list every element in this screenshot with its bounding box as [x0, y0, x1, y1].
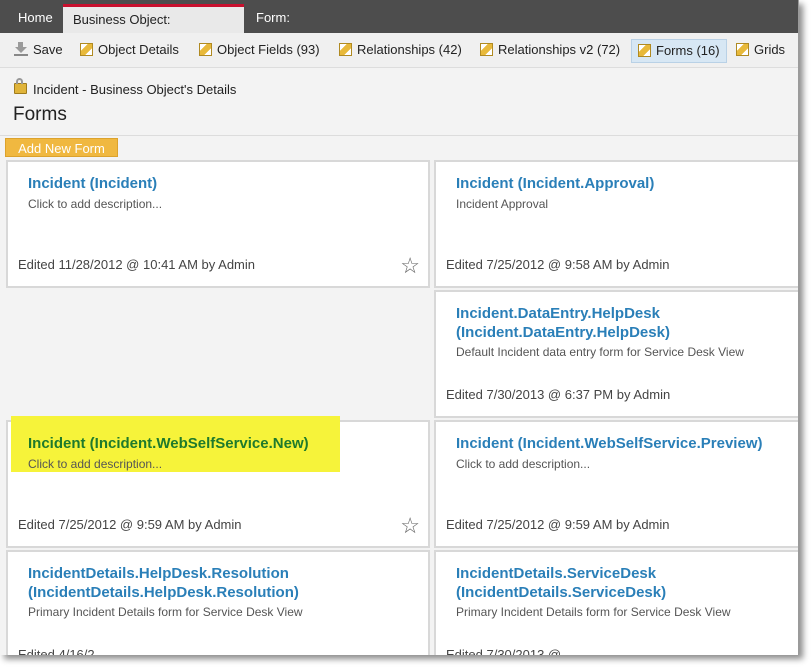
form-card-edited: Edited 4/16/2...	[18, 647, 106, 655]
form-card-edited: Edited 7/25/2012 @ 9:59 AM by Admin	[446, 517, 670, 532]
object-fields-button[interactable]: Object Fields (93)	[193, 39, 326, 63]
form-card-title-line: IncidentDetails.ServiceDesk	[456, 565, 657, 582]
breadcrumb: Incident - Business Object's Details	[14, 78, 237, 97]
grids-label: Grids	[754, 42, 786, 57]
form-card-description[interactable]: Click to add description...	[456, 457, 590, 471]
tab-business-object[interactable]: Business Object: Incident✕	[63, 4, 244, 52]
tab-form[interactable]: Form: Incident.WebSelfService.New✕	[246, 4, 486, 52]
form-card[interactable]: Incident (Incident) Click to add descrip…	[6, 160, 430, 288]
form-card-title[interactable]: Incident (Incident)	[28, 174, 157, 193]
toolbar: Save Object Details Object Fields (93) R…	[0, 33, 798, 68]
form-card-title-line: (IncidentDetails.HelpDesk.Resolution)	[28, 584, 299, 601]
pencil-icon	[480, 43, 493, 56]
form-card-title-line: Incident.DataEntry.HelpDesk	[456, 305, 660, 322]
form-card-description[interactable]: Click to add description...	[28, 457, 162, 471]
form-card[interactable]: Incident (Incident.WebSelfService.New) C…	[6, 416, 430, 548]
lock-icon	[14, 78, 27, 94]
pencil-icon	[638, 44, 651, 57]
relationships-v2-label: Relationships v2 (72)	[498, 42, 621, 57]
form-card-description[interactable]: Primary Incident Details form for Servic…	[28, 605, 303, 619]
relationships-v2-button[interactable]: Relationships v2 (72)	[474, 39, 626, 63]
relationships-button[interactable]: Relationships (42)	[333, 39, 468, 63]
form-card-title-line: (IncidentDetails.ServiceDesk)	[456, 584, 667, 601]
breadcrumb-label: Incident - Business Object's Details	[33, 82, 237, 97]
divider	[0, 135, 798, 136]
forms-label: Forms (16)	[656, 43, 720, 58]
pencil-icon	[339, 43, 352, 56]
grids-button[interactable]: Grids	[730, 39, 791, 63]
pencil-icon	[736, 43, 749, 56]
forms-button[interactable]: Forms (16)	[631, 39, 727, 63]
form-card-edited: Edited 11/28/2012 @ 10:41 AM by Admin	[18, 257, 256, 272]
form-card-title-line: (Incident.DataEntry.HelpDesk)	[456, 324, 670, 341]
add-new-form-button[interactable]: Add New Form	[5, 138, 118, 157]
object-fields-label: Object Fields (93)	[217, 42, 320, 57]
star-icon[interactable]: ☆	[400, 515, 420, 537]
form-card-edited: Edited 7/30/2013 @ ...	[446, 647, 576, 655]
pencil-icon	[199, 43, 212, 56]
form-card-title[interactable]: Incident (Incident.WebSelfService.New)	[28, 434, 309, 453]
form-card-title[interactable]: Incident.DataEntry.HelpDesk (Incident.Da…	[456, 304, 670, 342]
save-icon	[14, 42, 28, 56]
object-details-button[interactable]: Object Details	[74, 39, 185, 63]
pencil-icon	[80, 43, 93, 56]
tab-home[interactable]: Home	[8, 4, 62, 33]
form-card[interactable]: IncidentDetails.ServiceDesk (IncidentDet…	[434, 550, 798, 655]
app-window: Home Business Object: Incident✕ Form: In…	[0, 0, 799, 655]
save-button[interactable]: Save	[8, 39, 69, 63]
form-card-edited: Edited 7/25/2012 @ 9:58 AM by Admin	[446, 257, 670, 272]
object-details-label: Object Details	[98, 42, 179, 57]
form-card-edited: Edited 7/25/2012 @ 9:59 AM by Admin	[18, 517, 242, 532]
form-card[interactable]: Incident.DataEntry.HelpDesk (Incident.Da…	[434, 290, 798, 418]
form-card-description[interactable]: Primary Incident Details form for Servic…	[456, 605, 731, 619]
form-card-title[interactable]: IncidentDetails.HelpDesk.Resolution (Inc…	[28, 564, 299, 602]
form-card-description[interactable]: Click to add description...	[28, 197, 162, 211]
tab-bar: Home Business Object: Incident✕ Form: In…	[0, 0, 798, 52]
form-card-title-line: IncidentDetails.HelpDesk.Resolution	[28, 565, 289, 582]
tab-home-label: Home	[18, 10, 53, 25]
save-label: Save	[33, 42, 63, 57]
form-card-description[interactable]: Incident Approval	[456, 197, 548, 211]
form-card[interactable]: Incident (Incident.WebSelfService.Previe…	[434, 420, 798, 548]
form-card-title[interactable]: Incident (Incident.WebSelfService.Previe…	[456, 434, 762, 453]
relationships-label: Relationships (42)	[357, 42, 462, 57]
form-card-description[interactable]: Default Incident data entry form for Ser…	[456, 345, 744, 359]
form-card-title[interactable]: IncidentDetails.ServiceDesk (IncidentDet…	[456, 564, 666, 602]
form-card-edited: Edited 7/30/2013 @ 6:37 PM by Admin	[446, 387, 671, 402]
page-title: Forms	[13, 104, 67, 125]
form-card-title[interactable]: Incident (Incident.Approval)	[456, 174, 654, 193]
form-card[interactable]: IncidentDetails.HelpDesk.Resolution (Inc…	[6, 550, 430, 655]
form-card[interactable]: Incident (Incident.Approval) Incident Ap…	[434, 160, 798, 288]
star-icon[interactable]: ☆	[400, 255, 420, 277]
